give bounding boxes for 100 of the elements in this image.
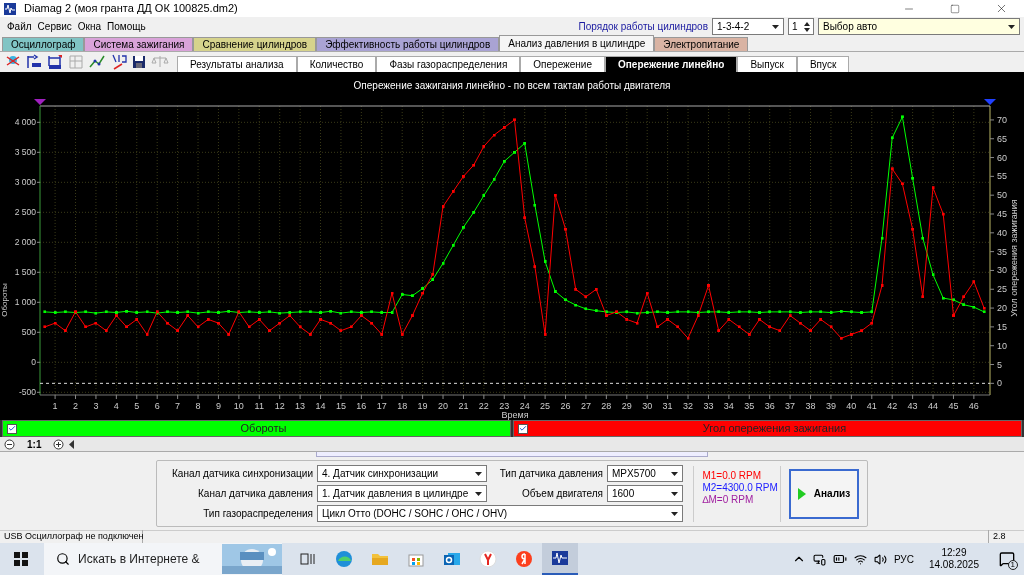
sub-tab[interactable]: Выпуск xyxy=(737,56,797,72)
x-tick-label: 15 xyxy=(335,401,346,411)
x-axis-title: Время xyxy=(501,410,529,420)
car-select-dropdown[interactable]: Выбор авто xyxy=(818,18,1020,35)
clock-date[interactable]: 14.08.2025 xyxy=(928,559,979,571)
main-tab[interactable]: Сравнение цилиндров xyxy=(193,37,317,51)
x-tick-label: 16 xyxy=(356,401,367,411)
y-tick-label: 500 xyxy=(21,327,36,338)
spin-arrows-icon[interactable] xyxy=(804,21,810,32)
maximize-icon[interactable] xyxy=(950,3,960,14)
dropdown-arrow-icon xyxy=(671,511,678,516)
sync-channel-dropdown[interactable]: 4. Датчик синхронизации xyxy=(317,465,487,482)
legend-checkbox[interactable] xyxy=(518,423,528,434)
zoom-out-icon[interactable] xyxy=(4,438,15,450)
sub-tab[interactable]: Результаты анализа xyxy=(177,56,297,72)
legend-item[interactable]: Угол опережения зажигания xyxy=(513,420,1022,437)
x-tick-label: 20 xyxy=(438,401,449,411)
field-label: Канал датчика давления xyxy=(197,487,314,501)
x-tick-label: 5 xyxy=(134,401,140,411)
x-tick-label: 10 xyxy=(233,401,244,411)
dropdown-arrow-icon xyxy=(671,471,678,476)
play-icon xyxy=(797,487,806,500)
taskbar-search-field[interactable]: Искать в Интернете & xyxy=(44,543,282,575)
x-tick-label: 4 xyxy=(113,401,119,411)
time-scale-icon[interactable] xyxy=(25,53,43,71)
sub-tab[interactable]: Впуск xyxy=(796,56,850,72)
x-tick-label: 42 xyxy=(887,401,898,411)
marker-readout: M1=0.0 RPM xyxy=(702,469,763,482)
menu-item[interactable]: Помощь xyxy=(104,19,149,34)
sub-tab[interactable]: Опережение xyxy=(520,56,605,72)
taskbar-app[interactable] xyxy=(542,543,578,575)
x-tick-label: 29 xyxy=(621,401,632,411)
volume-icon[interactable] xyxy=(873,552,887,566)
menu-item[interactable]: Окна xyxy=(74,19,105,34)
dropdown-arrow-icon xyxy=(1008,24,1015,29)
analyze-button[interactable]: Анализ xyxy=(789,468,859,519)
x-tick-label: 26 xyxy=(560,401,571,411)
main-tab[interactable]: Система зажигания xyxy=(84,37,194,51)
y-tick-label: 3 500 xyxy=(14,147,36,158)
x-tick-label: 12 xyxy=(274,401,285,411)
timing-type-dropdown[interactable]: Цикл Отто (DOHC / SOHC / OHC / OHV) xyxy=(317,505,683,522)
y2-tick-label: 15 xyxy=(997,321,1007,332)
y2-tick-label: 45 xyxy=(997,209,1007,219)
save-icon[interactable] xyxy=(130,53,148,71)
search-icon xyxy=(56,552,70,566)
main-tab[interactable]: Электропитание xyxy=(654,37,749,51)
algorithm-icon[interactable] xyxy=(109,53,127,71)
dropdown-arrow-icon xyxy=(671,491,678,496)
splitter-handle[interactable] xyxy=(316,452,708,457)
y2-tick-label: 60 xyxy=(997,152,1007,163)
device-icon[interactable] xyxy=(812,552,826,566)
engine-volume-dropdown[interactable]: 1600 xyxy=(607,485,683,502)
x-tick-label: 19 xyxy=(417,401,428,411)
sub-tab[interactable]: Фазы газораспределения xyxy=(376,56,521,72)
field-label: Тип датчика давления xyxy=(498,467,604,481)
x-tick-label: 27 xyxy=(580,401,591,411)
legend-checkbox[interactable] xyxy=(7,423,17,434)
legend-label: Угол опережения зажигания xyxy=(702,421,847,437)
scroll-left-icon[interactable] xyxy=(68,439,77,449)
y-tick-label: 3 000 xyxy=(14,177,36,188)
auto-scale-icon[interactable] xyxy=(46,53,64,71)
y-tick-label: 1 500 xyxy=(14,267,36,278)
sensor-type-dropdown[interactable]: MPX5700 xyxy=(607,465,683,482)
x-tick-label: 25 xyxy=(540,401,551,411)
x-tick-label: 31 xyxy=(662,401,673,411)
notification-button[interactable]: 1 xyxy=(998,550,1016,568)
y2-axis-title: Угол опережения зажигания xyxy=(1009,199,1019,317)
y-tick-label: 1 000 xyxy=(14,297,36,308)
x-tick-label: 7 xyxy=(175,401,181,411)
windows-start-icon[interactable] xyxy=(14,552,28,566)
legend-label: Обороты xyxy=(240,421,287,437)
x-tick-label: 37 xyxy=(785,401,796,411)
main-tab[interactable]: Осциллограф xyxy=(2,37,85,51)
y2-tick-label: 20 xyxy=(997,303,1007,314)
language-indicator[interactable]: РУС xyxy=(893,551,914,567)
waveform-app-icon xyxy=(550,548,570,568)
legend-item[interactable]: Обороты xyxy=(2,420,511,437)
cylinder-spinner[interactable]: 1 xyxy=(788,18,814,35)
sub-tab[interactable]: Количество xyxy=(296,56,377,72)
menu-item[interactable]: Файл xyxy=(4,19,35,34)
menu-item[interactable]: Сервис xyxy=(34,19,75,34)
zoom-in-icon[interactable] xyxy=(53,438,65,450)
x-tick-label: 32 xyxy=(683,401,694,411)
cylinder-order-dropdown[interactable]: 1-3-4-2 xyxy=(712,18,784,35)
dropdown-arrow-icon xyxy=(475,471,482,476)
y2-tick-label: 10 xyxy=(997,340,1007,351)
marker-readout: M2=4300.0 RPM xyxy=(702,481,779,494)
marker-triangle-icon[interactable] xyxy=(34,99,46,105)
sub-tab[interactable]: Опережение линейно xyxy=(605,56,738,72)
clock-time[interactable]: 12:29 xyxy=(941,547,967,559)
x-tick-label: 2 xyxy=(73,401,79,411)
marker-triangle-icon[interactable] xyxy=(984,99,996,105)
wifi-icon[interactable] xyxy=(853,552,867,566)
main-tab[interactable]: Анализ давления в цилиндре xyxy=(499,35,655,51)
y-tick-label: -500 xyxy=(19,387,36,398)
pressure-channel-dropdown[interactable]: 1. Датчик давления в цилиндре xyxy=(317,485,487,502)
main-tab[interactable]: Эффективность работы цилиндров xyxy=(316,37,500,51)
battery-icon[interactable] xyxy=(832,552,847,566)
y2-tick-label: 40 xyxy=(997,227,1007,238)
marker-readout: ∆M=0 RPM xyxy=(702,493,755,506)
